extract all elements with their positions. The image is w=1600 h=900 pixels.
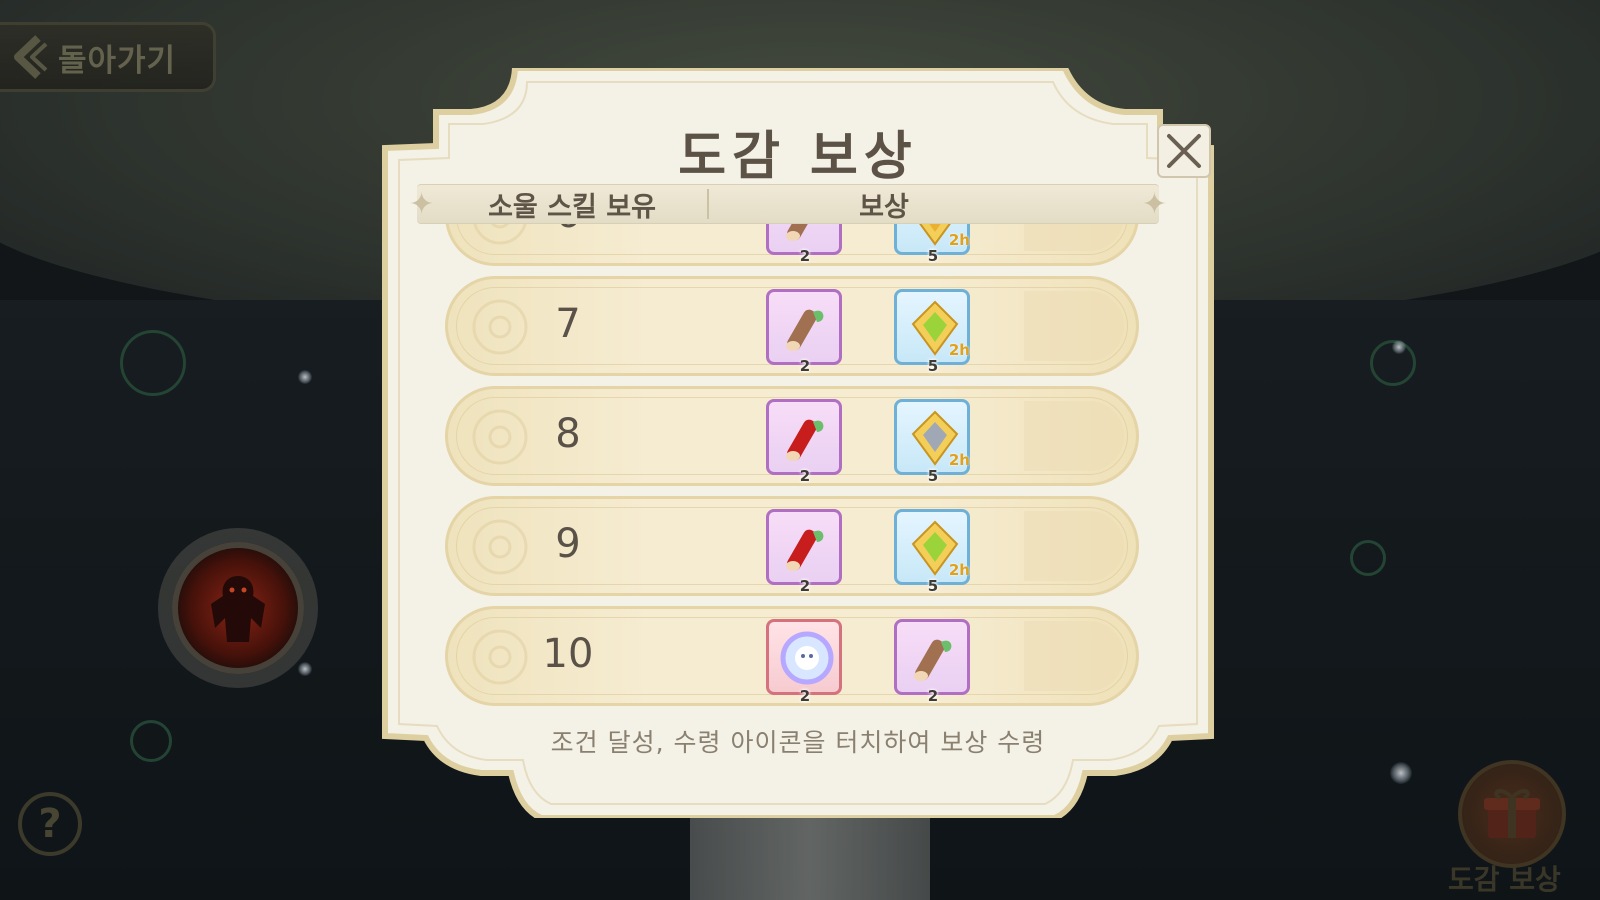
close-button[interactable] (1157, 124, 1211, 178)
reward-quantity: 2 (799, 577, 811, 595)
reward-quantity: 5 (927, 357, 939, 375)
reward-card (766, 509, 842, 585)
reward-quantity: 5 (927, 247, 939, 265)
reward-item[interactable]: 2 (894, 619, 972, 705)
reward-card (766, 289, 842, 365)
red-wood-log-icon (786, 419, 824, 461)
reward-item[interactable]: 2h 5 (894, 224, 972, 265)
row-ornament-icon (468, 224, 532, 249)
column-header-reward: 보상 (859, 191, 909, 223)
reward-quantity: 2 (799, 467, 811, 485)
table-header: ✦ 소울 스킬 보유 보상 ✦ (409, 184, 1167, 224)
collection-reward-dialog: 도감 보상 ✦ 소울 스킬 보유 보상 ✦ 6 2 2h5 7 2 2h5 8 2 2h5 9 2 2… (365, 68, 1231, 818)
column-header-soul-skill: 소울 스킬 보유 (488, 191, 656, 223)
sparkle-ornament-icon: ✦ (409, 187, 435, 222)
reward-quantity: 2 (799, 247, 811, 265)
row-level: 8 (555, 411, 581, 457)
reward-quantity: 2 (799, 357, 811, 375)
reward-item[interactable]: 2 (766, 224, 844, 265)
dialog-title: 도감 보상 (678, 127, 918, 187)
wood-log-icon (786, 224, 817, 241)
row-level: 6 (538, 224, 598, 237)
sparkle-ornament-icon: ✦ (1141, 187, 1167, 222)
row-ornament-icon (468, 295, 532, 359)
reward-quantity: 2 (927, 687, 939, 705)
wood-log-icon (914, 639, 952, 681)
claim-slot[interactable] (1024, 621, 1124, 691)
claim-slot[interactable] (1024, 291, 1124, 361)
row-level: 7 (555, 301, 581, 347)
reward-quantity: 5 (927, 467, 939, 485)
reward-list[interactable]: 6 2 2h5 7 2 2h5 8 2 2h5 9 2 2h5 10 2 2 (445, 224, 1145, 772)
row-ornament-icon (468, 515, 532, 579)
reward-row-level-6[interactable]: 6 2 2h5 (445, 224, 1139, 266)
wood-log-icon (786, 309, 824, 351)
reward-card (766, 399, 842, 475)
claim-slot[interactable] (1024, 224, 1124, 251)
instruction-text: 조건 달성, 수령 아이콘을 터치하여 보상 수령 (550, 728, 1046, 757)
reward-item[interactable]: 2 (766, 619, 844, 705)
red-wood-log-icon (786, 529, 824, 571)
reward-card (766, 619, 842, 695)
reward-row-level-8[interactable]: 8 2 2h 5 (445, 386, 1139, 486)
row-ornament-icon (468, 625, 532, 689)
reward-item[interactable]: 2h 5 (894, 509, 972, 595)
claim-slot[interactable] (1024, 401, 1124, 471)
reward-quantity: 2 (799, 687, 811, 705)
blue-orb-icon (780, 631, 834, 685)
reward-item[interactable]: 2h 5 (894, 289, 972, 375)
reward-item[interactable]: 2 (766, 399, 844, 485)
reward-row-level-10[interactable]: 10 2 2 (445, 606, 1139, 706)
reward-item[interactable]: 2 (766, 509, 844, 595)
reward-row-level-7[interactable]: 7 2 2h 5 (445, 276, 1139, 376)
claim-slot[interactable] (1024, 511, 1124, 581)
row-ornament-icon (468, 405, 532, 469)
reward-item[interactable]: 2h 5 (894, 399, 972, 485)
close-x-icon (1167, 134, 1201, 168)
reward-quantity: 5 (927, 577, 939, 595)
reward-item[interactable]: 2 (766, 289, 844, 375)
row-level: 10 (542, 631, 594, 677)
reward-row-level-9[interactable]: 9 2 2h 5 (445, 496, 1139, 596)
row-level: 9 (555, 521, 581, 567)
reward-card (894, 619, 970, 695)
